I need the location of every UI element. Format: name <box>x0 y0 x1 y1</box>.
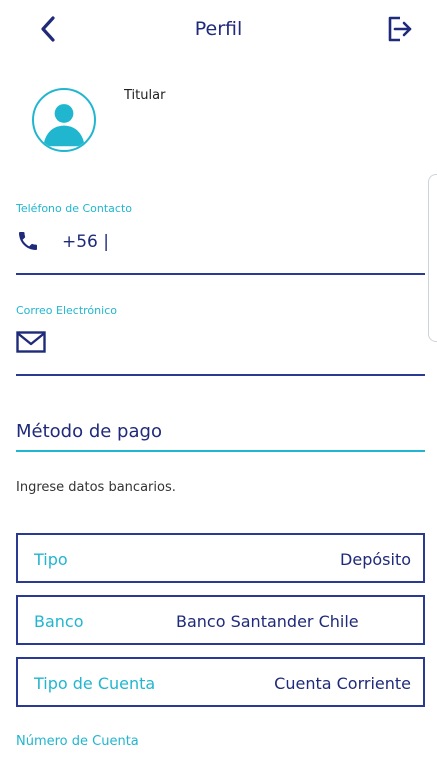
email-field-icon <box>16 331 46 353</box>
account-type-value: Cuenta Corriente <box>274 674 411 693</box>
phone-icon <box>19 232 37 250</box>
account-type-label: Tipo de Cuenta <box>34 674 156 693</box>
payment-section-divider <box>16 450 425 452</box>
phone-input[interactable]: +56 | <box>62 232 109 252</box>
logout-icon <box>388 16 412 42</box>
page-title: Perfil <box>194 18 243 40</box>
payment-type-value: Depósito <box>340 550 411 569</box>
payment-section-title: Método de pago <box>16 421 162 442</box>
bank-value: Banco Santander Chile <box>176 612 359 631</box>
side-drawer-handle[interactable] <box>428 174 437 342</box>
app-header: Perfil <box>0 0 437 60</box>
email-label: Correo Electrónico <box>16 304 117 317</box>
profile-avatar[interactable] <box>32 88 96 152</box>
account-number-label: Número de Cuenta <box>16 734 139 749</box>
payment-type-select[interactable]: Tipo Depósito <box>16 533 425 583</box>
mail-icon <box>16 331 46 353</box>
phone-label: Teléfono de Contacto <box>16 202 133 215</box>
phone-underline <box>16 273 425 275</box>
bank-label: Banco <box>34 612 84 631</box>
payment-type-label: Tipo <box>34 550 68 569</box>
phone-field-icon <box>16 229 40 253</box>
holder-label: Titular <box>124 88 166 103</box>
user-avatar-icon <box>43 104 85 147</box>
bank-select[interactable]: Banco Banco Santander Chile <box>16 595 425 645</box>
account-type-select[interactable]: Tipo de Cuenta Cuenta Corriente <box>16 657 425 707</box>
logout-button[interactable] <box>384 14 414 44</box>
email-underline <box>16 374 425 376</box>
payment-hint: Ingrese datos bancarios. <box>16 480 176 495</box>
